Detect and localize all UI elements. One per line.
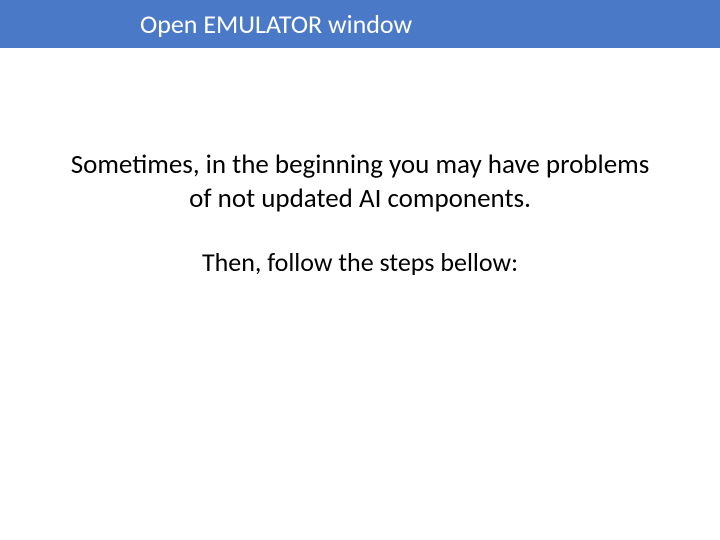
body-content: Sometimes, in the beginning you may have… — [0, 48, 720, 278]
title-bar-text: Open EMULATOR window — [140, 8, 412, 40]
intro-paragraph: Sometimes, in the beginning you may have… — [70, 148, 650, 216]
instruction-paragraph: Then, follow the steps bellow: — [70, 246, 650, 279]
title-bar: Open EMULATOR window — [0, 0, 720, 48]
